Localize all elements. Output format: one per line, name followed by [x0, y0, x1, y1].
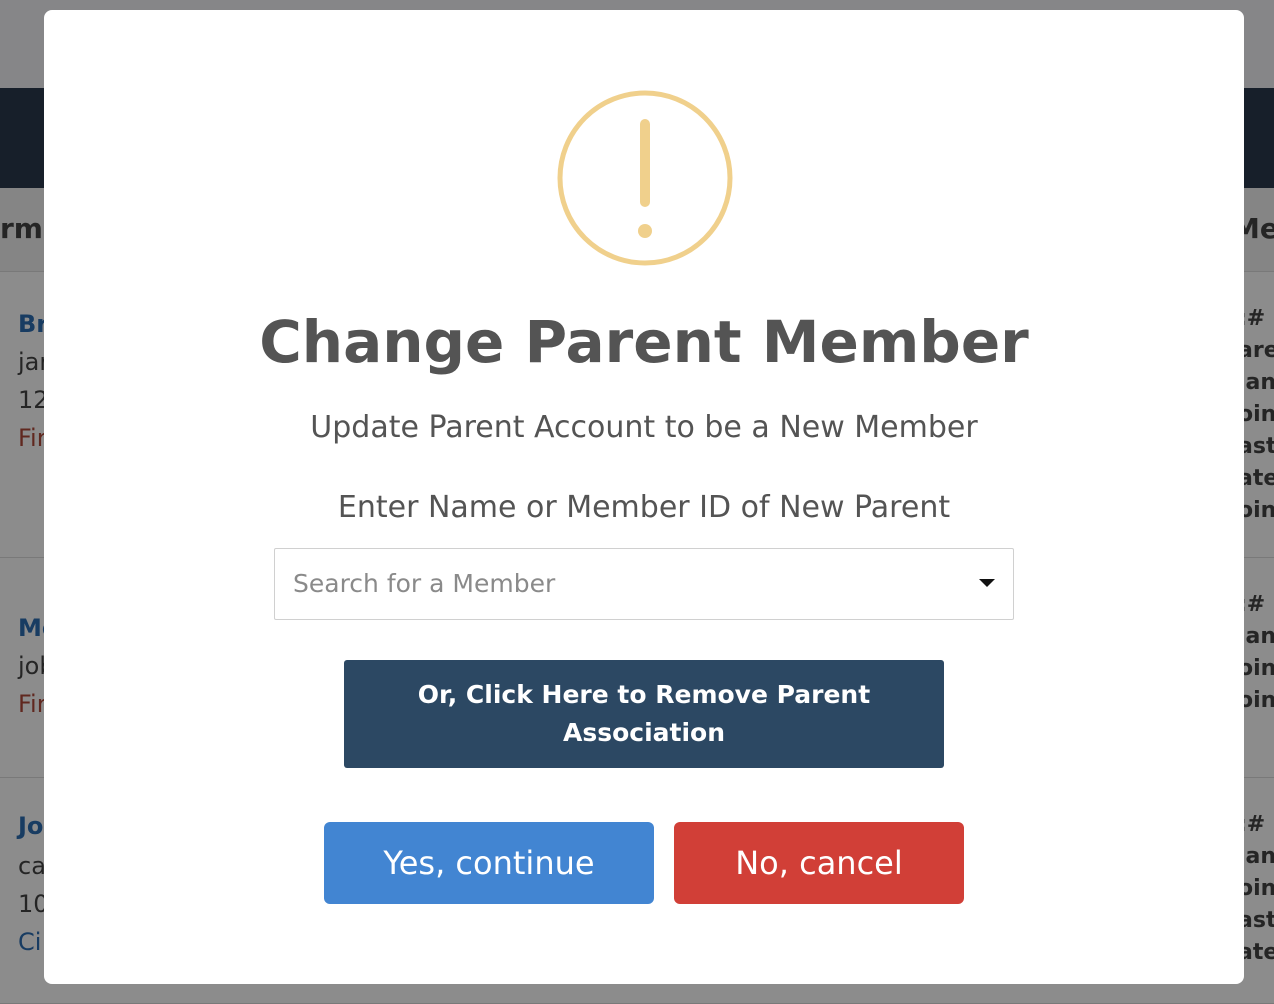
cancel-button[interactable]: No, cancel [674, 822, 964, 904]
dialog-subtitle: Update Parent Account to be a New Member [310, 410, 978, 445]
change-parent-dialog: Change Parent Member Update Parent Accou… [44, 10, 1244, 984]
dialog-title: Change Parent Member [259, 308, 1029, 376]
remove-parent-association-button[interactable]: Or, Click Here to Remove Parent Associat… [344, 660, 944, 768]
member-search-placeholder: Search for a Member [293, 569, 556, 598]
caret-down-icon[interactable] [979, 579, 995, 587]
confirm-button[interactable]: Yes, continue [324, 822, 654, 904]
search-label: Enter Name or Member ID of New Parent [337, 490, 951, 525]
member-search-select[interactable]: Search for a Member [274, 548, 1014, 620]
exclamation-circle-icon [557, 90, 733, 266]
